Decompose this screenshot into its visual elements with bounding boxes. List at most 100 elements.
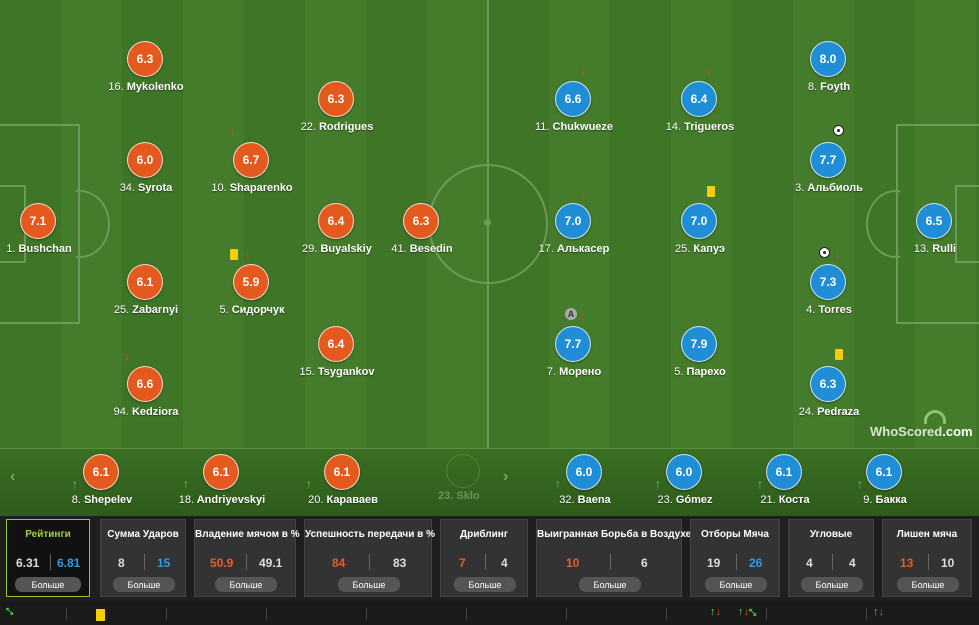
- stat-ratings[interactable]: Рейтинги 6.31 6.81 Больше: [6, 519, 90, 597]
- stat-divider: [928, 554, 929, 570]
- player-rating: 6.1: [766, 454, 802, 490]
- captain-icon: A: [565, 308, 577, 320]
- player-rating: 6.6: [555, 81, 591, 117]
- stat-divider: [832, 554, 833, 570]
- more-button[interactable]: Больше: [215, 577, 277, 592]
- player-moreno[interactable]: 7.7 7. Морено A ↓: [514, 308, 634, 386]
- stat-away-value: 6.81: [57, 556, 81, 570]
- stat-home-value: 4: [806, 556, 813, 570]
- player-trigueros[interactable]: 6.4 14. Trigueros ↓: [640, 65, 760, 141]
- player-name: 13. Rulli: [913, 243, 957, 255]
- player-rulli[interactable]: 6.5 13. Rulli: [875, 203, 979, 263]
- player-name: 9. Бакка: [863, 494, 907, 506]
- sub-in-arrow-icon: ↑: [72, 477, 78, 491]
- player-rating: 6.3: [318, 81, 354, 117]
- stat-dispossessed[interactable]: Лишен мяча 13 10 Больше: [882, 519, 972, 597]
- stat-tackles[interactable]: Отборы Мяча 19 26 Больше: [690, 519, 780, 597]
- stat-away-value: 10: [941, 556, 955, 570]
- player-pedraza[interactable]: 6.3 24. Pedraza: [769, 349, 889, 426]
- player-name: 1. Bushchan: [6, 243, 72, 255]
- yellow-card-icon: [707, 186, 715, 197]
- player-torres[interactable]: 7.3 4. Torres ↓: [769, 247, 889, 324]
- player-rating: 6.7: [233, 142, 269, 178]
- timeline-tick: [266, 608, 267, 620]
- stat-title: Выигранная Борьба в Воздухе: [537, 529, 692, 540]
- goal-ball-icon: [833, 125, 844, 136]
- player-name: 5. Парехо: [674, 366, 726, 378]
- sub-out-arrow-icon: ↓: [245, 247, 251, 261]
- player-albiol[interactable]: 7.7 3. Альбиоль: [769, 125, 889, 202]
- whoscored-logo: WhoScored.com: [870, 410, 973, 439]
- sub-out-arrow-icon: ↓: [580, 309, 586, 323]
- stat-possession[interactable]: Владение мячом в % 50.9 49.1 Больше: [194, 519, 300, 597]
- player-kedziora[interactable]: 6.6 94. Kedziora ↓: [86, 350, 206, 426]
- timeline-yellow-card-icon[interactable]: [96, 609, 105, 621]
- more-button[interactable]: Больше: [801, 577, 863, 592]
- bench-prev-arrow-icon[interactable]: ‹: [10, 468, 15, 486]
- more-button[interactable]: Больше: [338, 577, 400, 592]
- player-mykolenko[interactable]: 6.3 16. Mykolenko: [86, 41, 206, 101]
- player-name: 41. Besedin: [391, 243, 453, 255]
- player-name: 8. Foyth: [807, 81, 851, 93]
- player-rating: 6.4: [318, 326, 354, 362]
- player-rating: 6.1: [324, 454, 360, 490]
- player-tsygankov[interactable]: 6.4 15. Tsygankov: [277, 326, 397, 386]
- player-bushchan[interactable]: 7.1 1. Bushchan: [0, 203, 99, 263]
- player-besedin[interactable]: 6.3 41. Besedin: [362, 203, 482, 263]
- sub-bacca[interactable]: 6.1 9. Бакка ↑: [825, 454, 945, 514]
- player-rodrigues[interactable]: 6.3 22. Rodrigues: [277, 81, 397, 141]
- sub-out-arrow-icon: ↓: [580, 64, 586, 78]
- timeline-sub-icon[interactable]: ↑↓: [873, 606, 884, 618]
- stat-home-value: 50.9: [210, 556, 234, 570]
- player-rating: 7.7: [810, 142, 846, 178]
- sub-in-arrow-icon: ↑: [306, 477, 312, 491]
- player-rating: 6.1: [127, 264, 163, 300]
- stat-divider: [610, 554, 611, 570]
- stat-title: Лишен мяча: [896, 529, 958, 540]
- stat-title: Дриблинг: [459, 529, 508, 540]
- stat-home-value: 19: [707, 556, 721, 570]
- stat-aerials-won[interactable]: Выигранная Борьба в Воздухе 10 6 Больше: [536, 519, 692, 597]
- stat-away-value: 6: [641, 556, 648, 570]
- timeline-tick: [66, 608, 67, 620]
- player-rating: 7.3: [810, 264, 846, 300]
- stat-shots[interactable]: Сумма Ударов 8 15 Больше: [100, 519, 186, 597]
- player-sidorchuk[interactable]: 5.9 5. Сидорчук ↓: [192, 248, 312, 324]
- more-button[interactable]: Больше: [15, 577, 81, 592]
- more-button[interactable]: Больше: [579, 577, 641, 592]
- stat-away-value: 15: [157, 556, 171, 570]
- stat-away-value: 4: [501, 556, 508, 570]
- more-button[interactable]: Больше: [705, 577, 767, 592]
- stat-pass-accuracy[interactable]: Успешность передачи в % 84 83 Больше: [304, 519, 435, 597]
- sub-out-arrow-icon: ↓: [835, 247, 841, 261]
- stat-home-value: 10: [566, 556, 580, 570]
- event-timeline[interactable]: ⤡ ↑↓ ↑↓⤡ ↑↓: [0, 601, 979, 625]
- timeline-sub-icon[interactable]: ↑↓: [710, 606, 721, 618]
- player-shaparenko[interactable]: 6.7 10. Shaparenko ↓: [192, 126, 312, 202]
- stat-divider: [246, 554, 247, 570]
- stat-home-value: 13: [900, 556, 914, 570]
- bench-next-arrow-icon[interactable]: ›: [503, 468, 508, 486]
- stat-home-value: 84: [332, 556, 346, 570]
- player-name: 4. Torres: [806, 304, 852, 316]
- player-rating: 6.6: [127, 366, 163, 402]
- more-button[interactable]: Больше: [113, 577, 175, 592]
- player-foyth[interactable]: 8.0 8. Foyth: [769, 41, 889, 101]
- player-rating: 6.3: [810, 366, 846, 402]
- player-capoue[interactable]: 7.0 25. Капуэ: [640, 186, 760, 263]
- more-button[interactable]: Больше: [897, 577, 959, 592]
- sub-out-arrow-icon: ↓: [580, 186, 586, 200]
- sub-karavaev[interactable]: 6.1 20. Караваев ↑: [283, 454, 403, 514]
- player-parejo[interactable]: 7.9 5. Парехо: [640, 326, 760, 386]
- player-rating: 7.7: [555, 326, 591, 362]
- stat-corners[interactable]: Угловые 4 4 Больше: [788, 519, 874, 597]
- yellow-card-icon: [230, 249, 238, 260]
- more-button[interactable]: Больше: [454, 577, 516, 592]
- sub-in-arrow-icon: ↑: [757, 477, 763, 491]
- sub-out-arrow-icon: ↓: [230, 125, 236, 139]
- timeline-assist-icon[interactable]: ⤡: [6, 606, 13, 617]
- player-chukwueze[interactable]: 6.6 11. Chukwueze ↓: [514, 65, 634, 141]
- stat-dribbles[interactable]: Дриблинг 7 4 Больше: [440, 519, 528, 597]
- player-alcacer[interactable]: 7.0 17. Алькасер ↓: [514, 187, 634, 263]
- timeline-sub-icon[interactable]: ↑↓⤡: [738, 606, 756, 618]
